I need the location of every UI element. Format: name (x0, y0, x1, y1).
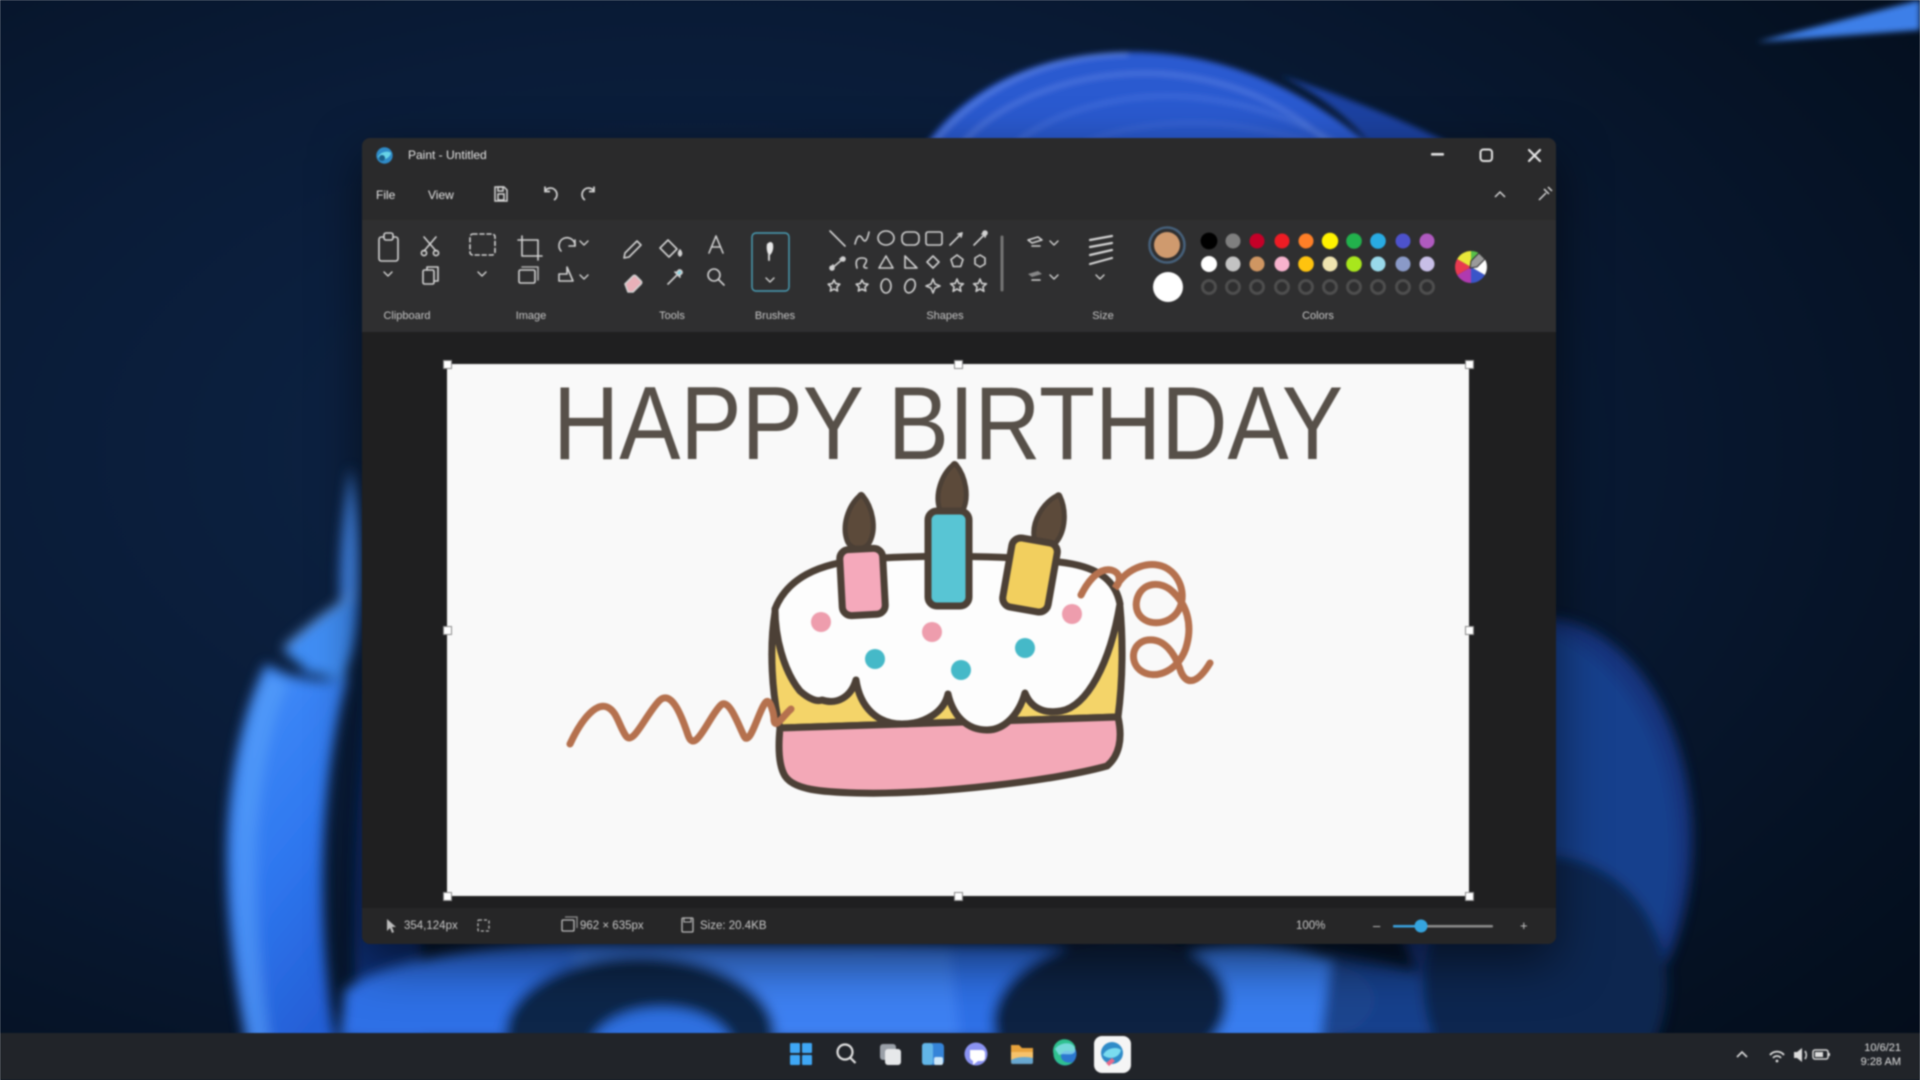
svg-text:HAPPY BIRTHDAY: HAPPY BIRTHDAY (553, 366, 1343, 482)
svg-text:Image: Image (516, 310, 547, 322)
svg-text:Colors: Colors (1302, 310, 1334, 322)
svg-text:354,124px: 354,124px (404, 920, 458, 932)
svg-text:–: – (1373, 918, 1381, 933)
svg-text:Size: Size (1092, 310, 1113, 322)
svg-text:Size: 20.4KB: Size: 20.4KB (700, 920, 767, 932)
svg-text:Brushes: Brushes (755, 310, 796, 322)
svg-text:10/6/21: 10/6/21 (1864, 1042, 1901, 1054)
svg-text:Clipboard: Clipboard (383, 310, 430, 322)
svg-text:9:28 AM: 9:28 AM (1861, 1056, 1901, 1068)
svg-text:Shapes: Shapes (926, 310, 964, 322)
svg-text:962 × 635px: 962 × 635px (580, 920, 644, 932)
svg-text:100%: 100% (1296, 920, 1325, 932)
svg-text:Tools: Tools (659, 310, 685, 322)
svg-text:+: + (1520, 918, 1528, 933)
